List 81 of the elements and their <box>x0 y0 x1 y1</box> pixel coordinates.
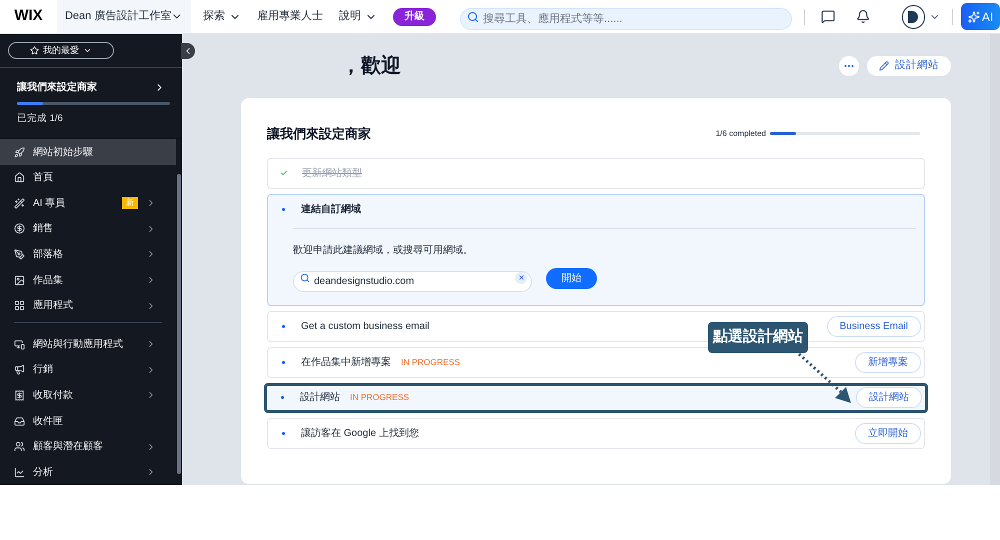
sidebar-item[interactable]: AI 專員 新 <box>0 190 176 216</box>
image-icon <box>14 274 25 286</box>
dotted-arrow <box>798 352 851 403</box>
step-row[interactable]: 連結自訂網域 歡迎申請此建議網域，或搜尋可用網域。 deandesignstudio.com 開始 <box>267 194 925 306</box>
receipt-icon <box>14 390 25 401</box>
sidebar-item[interactable]: 網站與行動應用程式 <box>0 331 176 358</box>
step-title[interactable]: Get a custom business email <box>301 318 430 334</box>
step-title[interactable]: 在作品集中新增專案 <box>301 354 391 370</box>
search-icon <box>466 10 479 22</box>
sidebar-item[interactable]: 首頁 <box>0 164 176 190</box>
bullet-icon <box>282 324 285 328</box>
step-title[interactable]: 連結自訂網域 <box>301 202 361 216</box>
step-button[interactable]: Business Email <box>826 316 921 336</box>
search-icon <box>300 272 310 282</box>
progress-text: 已完成 1/6 <box>17 112 64 126</box>
step-title[interactable]: 設計網站 <box>300 390 340 405</box>
status-tag: IN PROGRESS <box>401 356 460 368</box>
dollar-icon <box>14 223 25 234</box>
sidebar-item[interactable]: 分析 <box>0 459 176 485</box>
devices-icon <box>14 338 25 350</box>
nav-menu[interactable]: 雇用專業人士 <box>256 8 323 25</box>
step-button[interactable]: 新增專案 <box>855 352 921 372</box>
avatar[interactable] <box>902 4 925 28</box>
bullet-icon <box>281 396 284 399</box>
card-title: 讓我們來設定商家 <box>267 125 371 143</box>
megaphone-icon <box>14 364 25 376</box>
site-selector[interactable]: Dean 廣告設計工作室 <box>56 0 191 33</box>
sidebar-item[interactable]: 網站初始步驟 <box>0 139 176 165</box>
pen-icon <box>14 248 25 260</box>
sidebar-item[interactable]: 收件匣 <box>0 408 176 434</box>
step-description: 歡迎申請此建議網域，或搜尋可用網域。 <box>293 244 474 258</box>
pencil-icon <box>879 61 889 71</box>
callout-label: 點選設計網站 <box>708 322 808 353</box>
sidebar-item[interactable]: 應用程式 <box>0 292 176 318</box>
sidebar-item[interactable]: 顧客與潛在顧客 <box>0 434 176 460</box>
new-badge: 新 <box>122 197 138 210</box>
sidebar-item[interactable]: 收取付款 <box>0 382 176 408</box>
collapse-button[interactable] <box>181 43 195 59</box>
upgrade-button[interactable]: 升級 <box>392 8 436 26</box>
progress-text: 1/6 completed <box>716 128 766 140</box>
home-icon <box>14 172 25 184</box>
domain-field[interactable]: deandesignstudio.com <box>293 270 532 292</box>
sparkle-icon <box>968 10 980 22</box>
step-row[interactable]: 在作品集中新增專案 IN PROGRESS 新增專案 <box>267 346 925 378</box>
sidebar-item[interactable]: 部落格 <box>0 242 176 268</box>
start-button[interactable]: 開始 <box>546 268 597 288</box>
more-button[interactable] <box>839 56 859 76</box>
step-button[interactable]: 立即開始 <box>855 422 921 444</box>
bullet-icon <box>282 432 285 434</box>
status-tag: IN PROGRESS <box>350 391 410 404</box>
chart-icon <box>14 466 25 478</box>
sidebar-item[interactable]: 銷售 <box>0 216 176 242</box>
step-button[interactable]: 設計網站 <box>856 387 922 408</box>
setup-link[interactable]: 讓我們來設定商家 <box>17 80 165 95</box>
bullet-icon <box>282 208 285 210</box>
users-icon <box>14 441 25 452</box>
bullet-icon <box>282 360 285 364</box>
step-row[interactable]: 設計網站 IN PROGRESS 設計網站 <box>264 382 928 412</box>
inbox-icon <box>14 416 25 427</box>
step-title[interactable]: 讓訪客在 Google 上找到您 <box>301 426 419 440</box>
grid-icon <box>14 300 25 312</box>
scrollbar[interactable] <box>990 34 1000 485</box>
sidebar-item[interactable]: 作品集 <box>0 267 176 293</box>
nav-menu[interactable]: 探索 <box>202 8 241 25</box>
search-field[interactable]: 搜尋工具、應用程式等等...... <box>460 8 792 30</box>
close-icon <box>518 274 524 281</box>
caret-icon <box>83 46 92 55</box>
logo[interactable]: WIX <box>0 5 57 28</box>
chat-icon[interactable] <box>821 9 836 24</box>
favorites-button[interactable]: 我的最愛 <box>8 42 114 59</box>
star-icon <box>30 46 39 55</box>
scrollbar[interactable] <box>177 174 181 474</box>
sidebar-item[interactable]: 行銷 <box>0 357 176 383</box>
nav-menu[interactable]: 說明 <box>338 8 377 25</box>
sparkle-icon <box>14 198 25 209</box>
rocket-icon <box>14 146 25 158</box>
welcome-heading: ，歡迎 <box>341 54 401 79</box>
bell-icon[interactable] <box>856 9 870 24</box>
design-site-button[interactable]: 設計網站 <box>867 56 951 76</box>
step-row[interactable]: 讓訪客在 Google 上找到您 立即開始 <box>267 418 925 448</box>
ai-button[interactable]: AI <box>961 3 1000 30</box>
